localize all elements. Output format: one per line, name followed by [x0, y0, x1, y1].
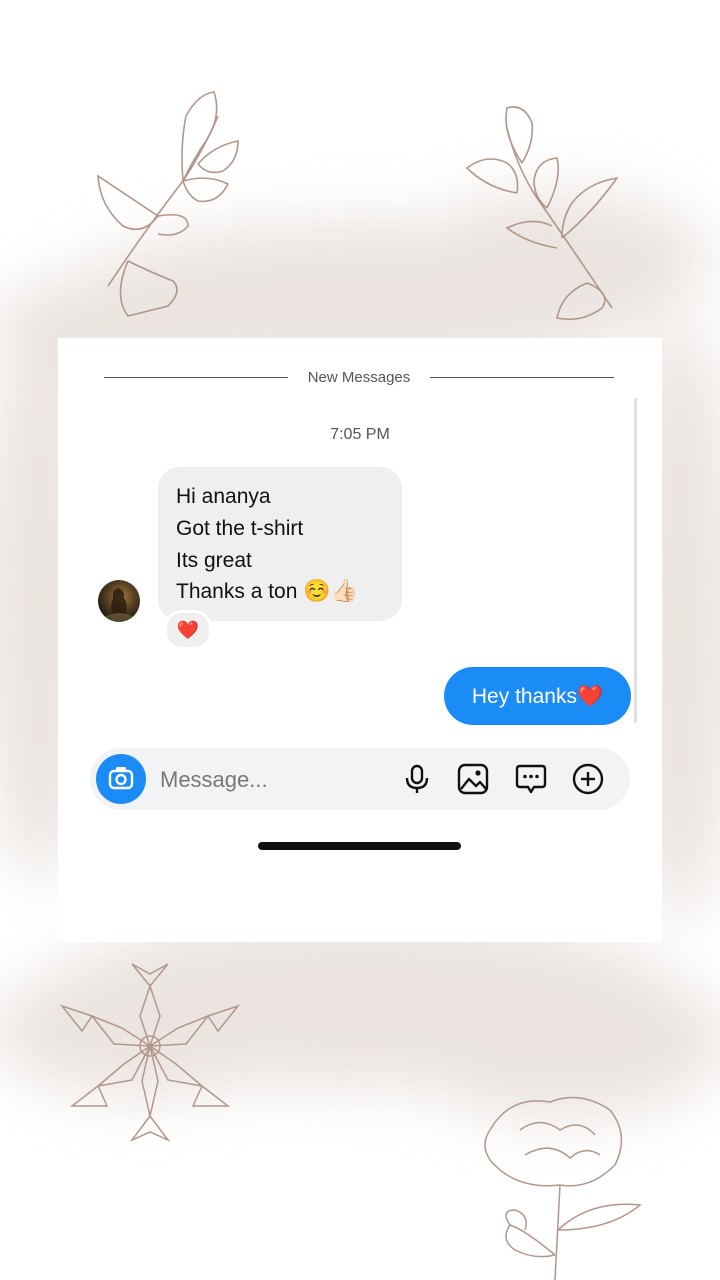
sticker-button[interactable]	[514, 762, 548, 796]
add-button[interactable]	[571, 762, 605, 796]
peony-flower-illustration	[484, 1096, 642, 1280]
message-line: Hi ananya	[176, 485, 271, 508]
incoming-message-bubble[interactable]: Hi ananya Got the t-shirt Its great Than…	[158, 467, 402, 621]
home-indicator	[258, 842, 461, 850]
chat-sticker-icon	[515, 764, 547, 794]
message-composer	[90, 748, 630, 812]
message-line: Got the t-shirt	[176, 517, 304, 540]
gallery-button[interactable]	[456, 762, 490, 796]
message-line: Thanks a ton	[176, 580, 298, 603]
gallery-icon	[457, 763, 489, 795]
chat-card: New Messages 7:05 PM Hi ananya Got the t…	[58, 338, 662, 942]
microphone-icon	[405, 764, 429, 793]
camera-button[interactable]	[96, 754, 146, 804]
message-timestamp: 7:05 PM	[330, 426, 390, 443]
dahlia-flower-illustration	[59, 963, 241, 1142]
leaf-branch-right-illustration	[465, 106, 619, 321]
plus-circle-icon	[572, 763, 604, 795]
message-line: Its great	[176, 549, 252, 572]
microphone-button[interactable]	[400, 762, 434, 796]
outgoing-message-text: Hey thanks	[471, 685, 577, 708]
smile-thumbs-up-emoji: ☺️👍🏻	[303, 579, 359, 604]
heart-reaction-badge[interactable]: ❤️	[164, 610, 212, 650]
scrollbar[interactable]	[634, 398, 637, 723]
message-input[interactable]	[158, 748, 392, 812]
new-messages-divider: New Messages	[104, 366, 614, 390]
heart-icon: ❤️	[576, 684, 604, 708]
divider-line-right	[430, 377, 614, 378]
sender-avatar[interactable]	[98, 580, 140, 622]
leaf-branch-left-illustration	[97, 91, 239, 317]
message-line-with-emoji: Thanks a ton ☺️👍🏻	[176, 579, 358, 604]
avatar-figure-icon	[106, 588, 132, 622]
outgoing-message-bubble[interactable]: Hey thanks❤️	[444, 667, 631, 725]
camera-icon	[108, 767, 134, 790]
heart-icon: ❤️	[176, 620, 200, 641]
